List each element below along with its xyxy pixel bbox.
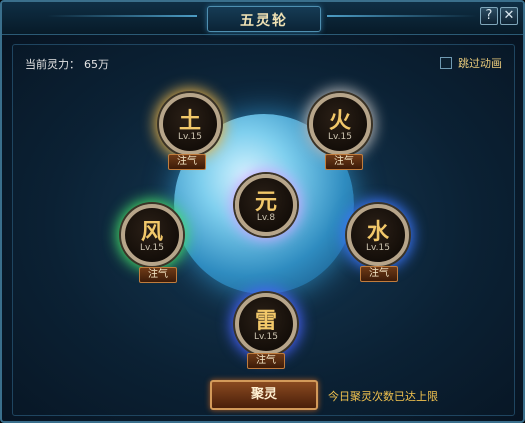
window-title: 五灵轮 <box>240 13 288 29</box>
earth-level: Lv.15 <box>178 132 202 142</box>
skip-animation-label: 跳过动画 <box>458 57 502 70</box>
fire-level: Lv.15 <box>328 132 352 142</box>
earth-inject-button[interactable]: 注气 <box>168 154 206 170</box>
power-label: 当前灵力： <box>25 58 80 71</box>
wind-level: Lv.15 <box>140 243 164 253</box>
water-level: Lv.15 <box>366 243 390 253</box>
core-level: Lv.8 <box>256 213 276 223</box>
power-value: 65万 <box>84 58 109 71</box>
water-glyph: 水 <box>366 219 389 245</box>
skip-animation-checkbox[interactable] <box>440 57 452 69</box>
wind-spirit-node[interactable]: 风 Lv.15 <box>121 204 183 266</box>
skip-animation-option[interactable]: 跳过动画 <box>440 55 502 71</box>
gather-spirit-button[interactable]: 聚灵 <box>210 380 318 410</box>
water-inject-button[interactable]: 注气 <box>360 266 398 282</box>
five-spirit-wheel-window: 五灵轮 ? ✕ 当前灵力： 65万 跳过动画 土 Lv.15 注气 火 Lv.15… <box>0 0 525 423</box>
water-spirit-node[interactable]: 水 Lv.15 <box>347 204 409 266</box>
thunder-glyph: 雷 <box>254 308 277 334</box>
title-plate: 五灵轮 <box>207 6 321 32</box>
title-ornament-right <box>327 15 477 17</box>
core-glyph: 元 <box>254 189 277 215</box>
earth-spirit-node[interactable]: 土 Lv.15 <box>159 93 221 155</box>
core-spirit-node[interactable]: 元 Lv.8 <box>235 174 297 236</box>
fire-spirit-node[interactable]: 火 Lv.15 <box>309 93 371 155</box>
daily-limit-notice: 今日聚灵次数已达上限 <box>328 390 438 403</box>
help-button[interactable]: ? <box>480 7 498 25</box>
close-button[interactable]: ✕ <box>500 7 518 25</box>
fire-inject-button[interactable]: 注气 <box>325 154 363 170</box>
earth-glyph: 土 <box>178 108 201 134</box>
wind-inject-button[interactable]: 注气 <box>139 267 177 283</box>
thunder-spirit-node[interactable]: 雷 Lv.15 <box>235 293 297 355</box>
thunder-inject-button[interactable]: 注气 <box>247 353 285 369</box>
current-power: 当前灵力： 65万 <box>25 56 109 72</box>
title-bar: 五灵轮 ? ✕ <box>2 2 523 35</box>
thunder-level: Lv.15 <box>254 332 278 342</box>
title-ornament-left <box>47 15 197 17</box>
fire-glyph: 火 <box>328 108 351 134</box>
wind-glyph: 风 <box>140 219 163 245</box>
